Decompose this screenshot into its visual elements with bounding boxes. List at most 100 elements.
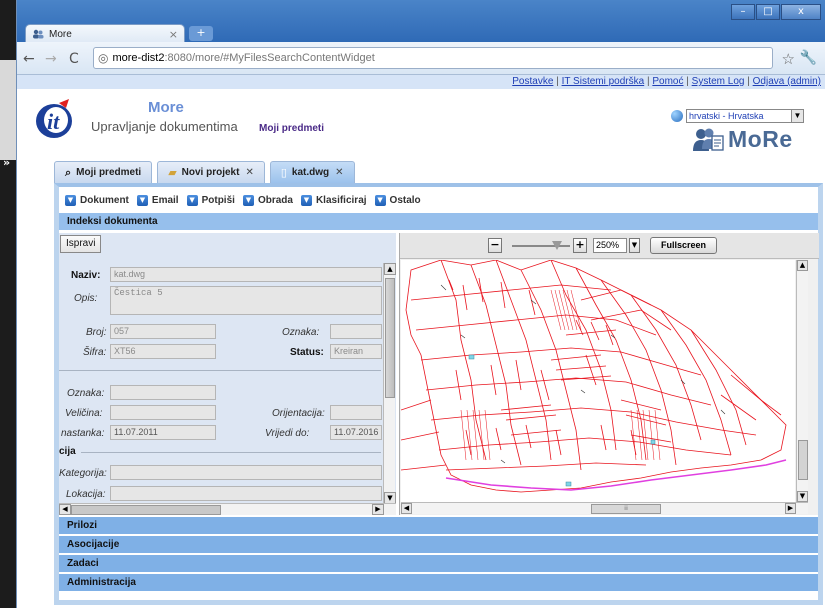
naziv-field[interactable]: kat.dwg — [110, 267, 382, 282]
scroll-left-icon[interactable]: ◀ — [59, 504, 71, 515]
fullscreen-button[interactable]: Fullscreen — [650, 237, 717, 254]
page-info-icon[interactable]: ◎ — [98, 51, 108, 65]
divider — [59, 370, 381, 371]
zoom-slider-knob[interactable] — [552, 241, 563, 250]
reload-icon[interactable]: C — [69, 51, 79, 67]
divider — [81, 452, 381, 453]
section-zadaci[interactable]: Zadaci — [59, 555, 818, 572]
lokacija-field[interactable] — [110, 486, 382, 501]
zoom-out-button[interactable]: − — [488, 238, 502, 253]
address-bar[interactable]: ◎ more-dist2:8080/more/#MyFilesSearchCon… — [93, 47, 773, 69]
orijentacija-field[interactable] — [330, 405, 382, 420]
edit-button[interactable]: Ispravi — [60, 235, 102, 253]
zoom-slider[interactable] — [512, 241, 570, 250]
menu-obrada[interactable]: ▼ Obrada — [242, 195, 293, 206]
system-log-link[interactable]: System Log — [692, 76, 745, 87]
document-panel: ▼ Dokument ▼ Email ▼ Potpiši ▼ Obrada ▼ Klasi… — [54, 183, 823, 605]
zoom-level-field[interactable]: 250% — [593, 238, 627, 253]
help-link[interactable]: Pomoć — [652, 76, 683, 87]
language-select[interactable]: hrvatski - Hrvatska ▼ — [686, 109, 804, 123]
chevron-down-icon: ▼ — [186, 195, 198, 206]
scroll-thumb[interactable]: ⅲ — [591, 504, 661, 514]
window-controls: – □ x — [730, 4, 821, 20]
scroll-up-icon[interactable]: ▲ — [797, 260, 808, 271]
oznaka2-field[interactable] — [110, 385, 216, 400]
sifra-field[interactable]: XT56 — [110, 344, 216, 359]
section-indeksi-dokumenta[interactable]: Indeksi dokumenta — [59, 213, 818, 230]
logout-link[interactable]: Odjava (admin) — [753, 76, 821, 87]
people-favicon-icon — [32, 29, 44, 39]
maximize-button[interactable]: □ — [756, 4, 780, 20]
globe-icon — [671, 110, 683, 122]
sifra-label: Šifra: — [83, 347, 107, 358]
scroll-thumb[interactable] — [385, 278, 395, 398]
nastanka-field[interactable]: 11.07.2011 — [110, 425, 216, 440]
bookmark-star-icon[interactable]: ☆ — [782, 50, 795, 68]
opis-field[interactable]: Čestica 5 — [110, 286, 382, 315]
tab-novi-projekt[interactable]: ▰ Novi projekt ✕ — [157, 161, 265, 183]
zoom-in-button[interactable]: + — [573, 238, 587, 253]
kategorija-label: Kategorija: — [59, 468, 107, 479]
section-asocijacije[interactable]: Asocijacije — [59, 536, 818, 553]
browser-tab[interactable]: More × — [25, 24, 185, 43]
more-brand-logo: MoRe — [692, 126, 793, 153]
scroll-left-icon[interactable]: ◀ — [401, 503, 412, 514]
vrijedi-field[interactable]: 11.07.2016 — [330, 425, 382, 440]
wrench-menu-icon[interactable]: 🔧 — [800, 50, 817, 66]
menu-potpisi[interactable]: ▼ Potpiši — [186, 195, 235, 206]
scroll-up-icon[interactable]: ▲ — [384, 263, 396, 275]
opis-label: Opis: — [74, 293, 98, 304]
form-horizontal-scrollbar[interactable]: ◀ ▶ — [59, 503, 396, 515]
desktop-window-edge — [0, 60, 16, 160]
map-horizontal-scrollbar[interactable]: ◀ ⅲ ▶ — [401, 502, 808, 514]
cadastral-map[interactable] — [401, 260, 795, 502]
chevron-down-icon: ▼ — [136, 195, 148, 206]
it-support-link[interactable]: IT Sistemi podrška — [562, 76, 645, 87]
kategorija-field[interactable] — [110, 465, 382, 480]
velicina-field[interactable] — [110, 405, 216, 420]
expand-arrow-icon[interactable]: » — [3, 156, 10, 169]
vrijedi-label: Vrijedi do: — [265, 428, 310, 439]
new-tab-button[interactable]: + — [189, 26, 213, 41]
map-vertical-scrollbar[interactable]: ▲ ▼ — [796, 260, 808, 502]
status-field[interactable]: Kreiran — [330, 344, 382, 359]
velicina-label: Veličina: — [65, 408, 103, 419]
tab-moji-predmeti[interactable]: ⌕ Moji predmeti — [54, 161, 153, 183]
close-window-button[interactable]: x — [781, 4, 821, 20]
forward-arrow-icon[interactable]: → — [45, 51, 57, 67]
chevron-down-icon: ▼ — [242, 195, 254, 206]
back-arrow-icon[interactable]: ← — [23, 51, 35, 67]
menu-klasificiraj[interactable]: ▼ Klasificiraj — [300, 195, 367, 206]
section-administracija[interactable]: Administracija — [59, 574, 818, 591]
svg-text:it: it — [47, 109, 60, 134]
close-tab-icon[interactable]: × — [169, 28, 178, 41]
scroll-thumb[interactable] — [71, 505, 221, 515]
scroll-down-icon[interactable]: ▼ — [797, 491, 808, 502]
minimize-button[interactable]: – — [731, 4, 755, 20]
dropdown-arrow-icon[interactable]: ▼ — [791, 110, 803, 122]
scroll-thumb[interactable] — [798, 440, 808, 480]
oznaka-field[interactable] — [330, 324, 382, 339]
app-title: More — [148, 99, 184, 116]
chevron-down-icon[interactable]: ▼ — [629, 238, 640, 253]
oznaka2-label: Oznaka: — [67, 388, 105, 399]
section-link[interactable]: Moji predmeti — [259, 123, 324, 134]
form-vertical-scrollbar[interactable]: ▲ ▼ — [383, 263, 396, 504]
scroll-right-icon[interactable]: ▶ — [372, 504, 384, 515]
menu-dokument[interactable]: ▼ Dokument — [65, 195, 129, 206]
section-prilozi[interactable]: Prilozi — [59, 517, 818, 534]
action-menu: ▼ Dokument ▼ Email ▼ Potpiši ▼ Obrada ▼ Klasi… — [65, 195, 429, 206]
brand-name: MoRe — [728, 126, 793, 152]
language-selector[interactable]: hrvatski - Hrvatska ▼ — [671, 109, 804, 123]
search-icon: ⌕ — [65, 165, 72, 179]
broj-field[interactable]: 057 — [110, 324, 216, 339]
tab-kat-dwg[interactable]: ▯ kat.dwg ✕ — [269, 161, 355, 183]
close-tab-icon[interactable]: ✕ — [335, 167, 343, 178]
postavke-link[interactable]: Postavke — [512, 76, 553, 87]
menu-ostalo[interactable]: ▼ Ostalo — [374, 195, 421, 206]
close-tab-icon[interactable]: ✕ — [245, 167, 253, 178]
content-tabs: ⌕ Moji predmeti ▰ Novi projekt ✕ ▯ kat.d… — [54, 161, 360, 183]
menu-email[interactable]: ▼ Email — [136, 195, 179, 206]
file-icon: ▯ — [280, 166, 287, 179]
scroll-right-icon[interactable]: ▶ — [785, 503, 796, 514]
